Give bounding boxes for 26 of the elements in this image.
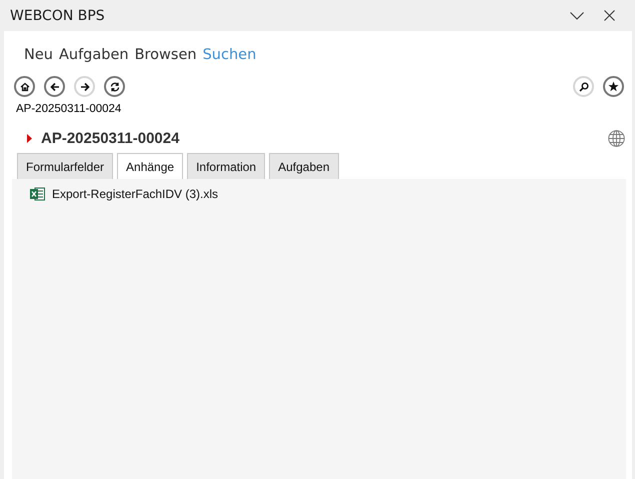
home-icon xyxy=(20,82,30,92)
back-icon xyxy=(50,82,60,92)
tab[interactable]: Anhänge xyxy=(117,153,184,179)
menu-item[interactable]: Browsen xyxy=(134,40,197,70)
search-icon xyxy=(578,82,588,92)
close-icon[interactable] xyxy=(604,10,615,21)
breadcrumb: AP-20250311-00024 xyxy=(15,102,122,117)
menu-item[interactable]: Aufgaben xyxy=(58,40,129,70)
menu-item[interactable]: Neu xyxy=(24,40,53,70)
document-heading: AP-20250311-00024 xyxy=(41,130,180,146)
toolbar-button[interactable] xyxy=(44,76,65,97)
tab[interactable]: Formularfelder xyxy=(17,153,114,179)
toolbar-button[interactable] xyxy=(603,76,624,97)
spreadsheet-file-icon xyxy=(30,187,45,201)
triangle-icon xyxy=(27,134,32,142)
star-icon xyxy=(608,81,619,92)
globe-icon[interactable] xyxy=(608,130,625,146)
toolbar-button[interactable] xyxy=(14,76,35,97)
tab[interactable]: Aufgaben xyxy=(269,153,338,179)
tab[interactable]: Information xyxy=(187,153,266,179)
forward-icon xyxy=(80,82,90,92)
chevron-down-icon[interactable] xyxy=(570,12,584,20)
window-title: WEBCON BPS xyxy=(10,8,105,24)
attachment-link[interactable]: Export-RegisterFachIDV (3).xls xyxy=(52,187,218,201)
refresh-icon xyxy=(110,82,120,92)
toolbar-button[interactable] xyxy=(104,76,125,97)
